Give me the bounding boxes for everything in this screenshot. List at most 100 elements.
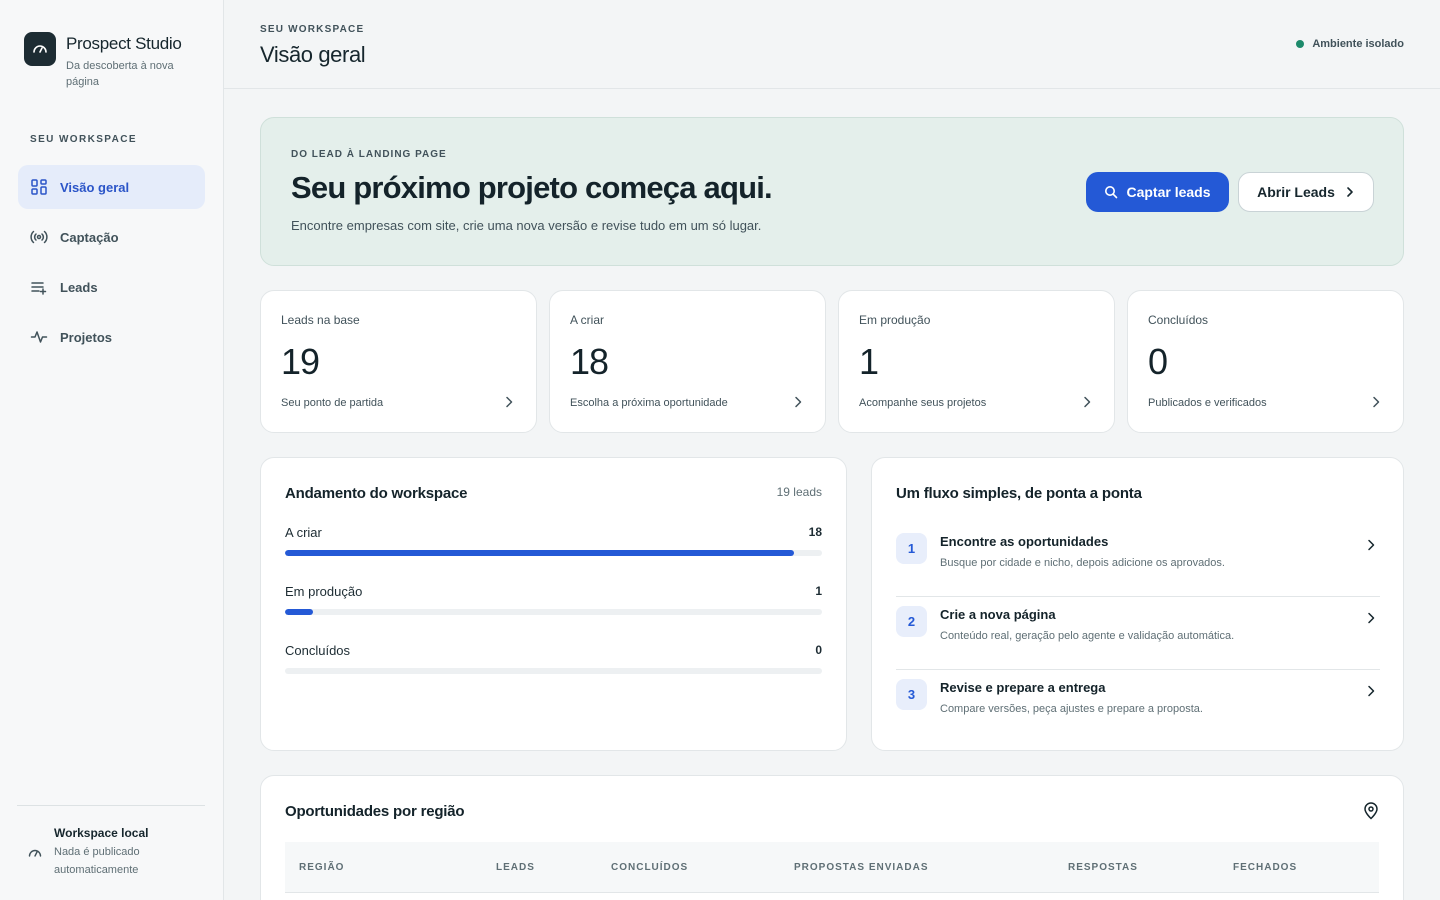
card-title: Oportunidades por região — [285, 803, 465, 820]
sidebar-item-label: Visão geral — [60, 179, 130, 195]
activity-icon — [30, 331, 48, 343]
card-title: Andamento do workspace — [285, 485, 468, 502]
step-number: 2 — [896, 606, 927, 637]
column-header-leads[interactable]: LEADS — [496, 862, 535, 873]
chevron-right-icon — [1368, 685, 1375, 697]
progress-track — [285, 550, 822, 556]
regions-card: Oportunidades por região REGIÃO LEADS CO… — [260, 775, 1404, 900]
brand[interactable]: Prospect Studio Da descoberta à nova pág… — [24, 32, 196, 90]
stat-label: Leads na base — [281, 313, 360, 327]
progress-value: 1 — [815, 584, 822, 598]
stat-card-concluidos[interactable]: Concluídos 0 Publicados e verificados — [1127, 290, 1404, 433]
step-description: Conteúdo real, geração pelo agente e val… — [940, 630, 1235, 642]
step-number: 1 — [896, 533, 927, 564]
progress-row-em-producao: Em produção 1 — [285, 584, 822, 615]
hero-banner: DO LEAD À LANDING PAGE Seu próximo proje… — [260, 117, 1404, 266]
stat-label: A criar — [570, 313, 605, 327]
stat-subtitle: Escolha a próxima oportunidade — [570, 397, 728, 409]
stat-subtitle: Seu ponto de partida — [281, 397, 384, 409]
workspace-title: Workspace local — [54, 826, 149, 840]
sidebar-item-label: Projetos — [60, 329, 113, 345]
stat-card-leads-na-base[interactable]: Leads na base 19 Seu ponto de partida — [260, 290, 537, 433]
progress-label: Concluídos — [285, 643, 351, 658]
brand-tagline: Da descoberta à nova página — [66, 60, 174, 88]
column-header-respostas[interactable]: RESPOSTAS — [1068, 862, 1138, 873]
gauge-icon — [28, 849, 42, 857]
step-description: Compare versões, peça ajustes e prepare … — [940, 703, 1203, 715]
sidebar-item-leads[interactable]: Leads — [18, 265, 205, 309]
sidebar-nav: Visão geral Captação Leads Projetos — [18, 165, 205, 365]
step-description: Busque por cidade e nicho, depois adicio… — [940, 557, 1225, 569]
chevron-right-icon — [1368, 539, 1375, 551]
brand-name: Prospect Studio — [66, 34, 182, 53]
flow-step-1[interactable]: 1 Encontre as oportunidades Busque por c… — [896, 524, 1380, 597]
header-eyebrow: SEU WORKSPACE — [260, 24, 365, 35]
hero-eyebrow: DO LEAD À LANDING PAGE — [291, 149, 447, 160]
sidebar: Prospect Studio Da descoberta à nova pág… — [0, 0, 224, 900]
leads-count: 19 leads — [776, 485, 822, 499]
progress-label: Em produção — [285, 584, 363, 599]
stat-value: 19 — [281, 341, 320, 382]
progress-track — [285, 668, 822, 674]
grid-icon — [31, 179, 47, 195]
page-title: Visão geral — [260, 42, 366, 67]
sidebar-item-projetos[interactable]: Projetos — [18, 315, 205, 359]
progress-row-a-criar: A criar 18 — [285, 525, 822, 556]
progress-value: 0 — [815, 643, 822, 657]
flow-step-3[interactable]: 3 Revise e prepare a entrega Compare ver… — [896, 670, 1380, 743]
progress-label: A criar — [285, 525, 322, 540]
step-title: Crie a nova página — [940, 607, 1056, 622]
card-title: Um fluxo simples, de ponta a ponta — [896, 485, 1142, 502]
chevron-right-icon — [795, 396, 802, 408]
stat-value: 1 — [859, 341, 879, 382]
stat-subtitle: Acompanhe seus projetos — [859, 397, 987, 409]
sidebar-section-label: SEU WORKSPACE — [30, 134, 137, 145]
stat-card-a-criar[interactable]: A criar 18 Escolha a próxima oportunidad… — [549, 290, 826, 433]
sidebar-item-visao-geral[interactable]: Visão geral — [18, 165, 205, 209]
search-icon — [1105, 186, 1118, 199]
progress-fill — [285, 550, 794, 556]
brand-logo-icon — [24, 32, 56, 66]
chevron-right-icon — [1347, 187, 1353, 197]
stat-card-em-producao[interactable]: Em produção 1 Acompanhe seus projetos — [838, 290, 1115, 433]
captar-leads-button[interactable]: Captar leads — [1086, 172, 1229, 212]
status-dot-icon — [1296, 40, 1305, 48]
environment-label: Ambiente isolado — [1312, 38, 1404, 50]
chevron-right-icon — [506, 396, 513, 408]
progress-value: 18 — [808, 525, 822, 539]
progress-track — [285, 609, 822, 615]
column-header-regiao[interactable]: REGIÃO — [299, 862, 344, 873]
page-header: SEU WORKSPACE Visão geral Ambiente isola… — [224, 0, 1440, 89]
sidebar-item-label: Captação — [60, 229, 119, 245]
workflow-card: Um fluxo simples, de ponta a ponta 1 Enc… — [871, 457, 1404, 751]
broadcast-icon — [30, 230, 48, 244]
hero-subtitle: Encontre empresas com site, crie uma nov… — [291, 218, 762, 233]
stat-value: 0 — [1148, 341, 1168, 382]
column-header-concluidos[interactable]: CONCLUÍDOS — [611, 862, 688, 873]
column-header-fechados[interactable]: FECHADOS — [1233, 862, 1297, 873]
workspace-subtitle: Nada é publicado automaticamente — [54, 846, 140, 876]
stat-subtitle: Publicados e verificados — [1148, 397, 1267, 409]
sidebar-divider — [17, 805, 205, 806]
table-header: REGIÃO LEADS CONCLUÍDOS PROPOSTAS ENVIAD… — [285, 842, 1379, 893]
abrir-leads-button[interactable]: Abrir Leads — [1238, 172, 1374, 212]
step-number: 3 — [896, 679, 927, 710]
progress-row-concluidos: Concluídos 0 — [285, 643, 822, 674]
abrir-leads-label: Abrir Leads — [1257, 184, 1335, 200]
stat-value: 18 — [570, 341, 609, 382]
step-title: Revise e prepare a entrega — [940, 680, 1106, 695]
environment-status: Ambiente isolado — [1296, 38, 1404, 50]
hero-title: Seu próximo projeto começa aqui. — [291, 170, 773, 205]
sidebar-item-label: Leads — [60, 279, 98, 295]
captar-leads-label: Captar leads — [1126, 184, 1211, 200]
chevron-right-icon — [1084, 396, 1091, 408]
step-title: Encontre as oportunidades — [940, 534, 1109, 549]
map-pin-icon[interactable] — [1363, 802, 1379, 820]
list-add-icon — [31, 282, 47, 295]
sidebar-item-captacao[interactable]: Captação — [18, 215, 205, 259]
workspace-progress-card: Andamento do workspace 19 leads A criar … — [260, 457, 847, 751]
workspace-local: Workspace local Nada é publicado automat… — [28, 826, 174, 879]
chevron-right-icon — [1373, 396, 1380, 408]
flow-step-2[interactable]: 2 Crie a nova página Conteúdo real, gera… — [896, 597, 1380, 670]
column-header-propostas[interactable]: PROPOSTAS ENVIADAS — [794, 862, 929, 873]
